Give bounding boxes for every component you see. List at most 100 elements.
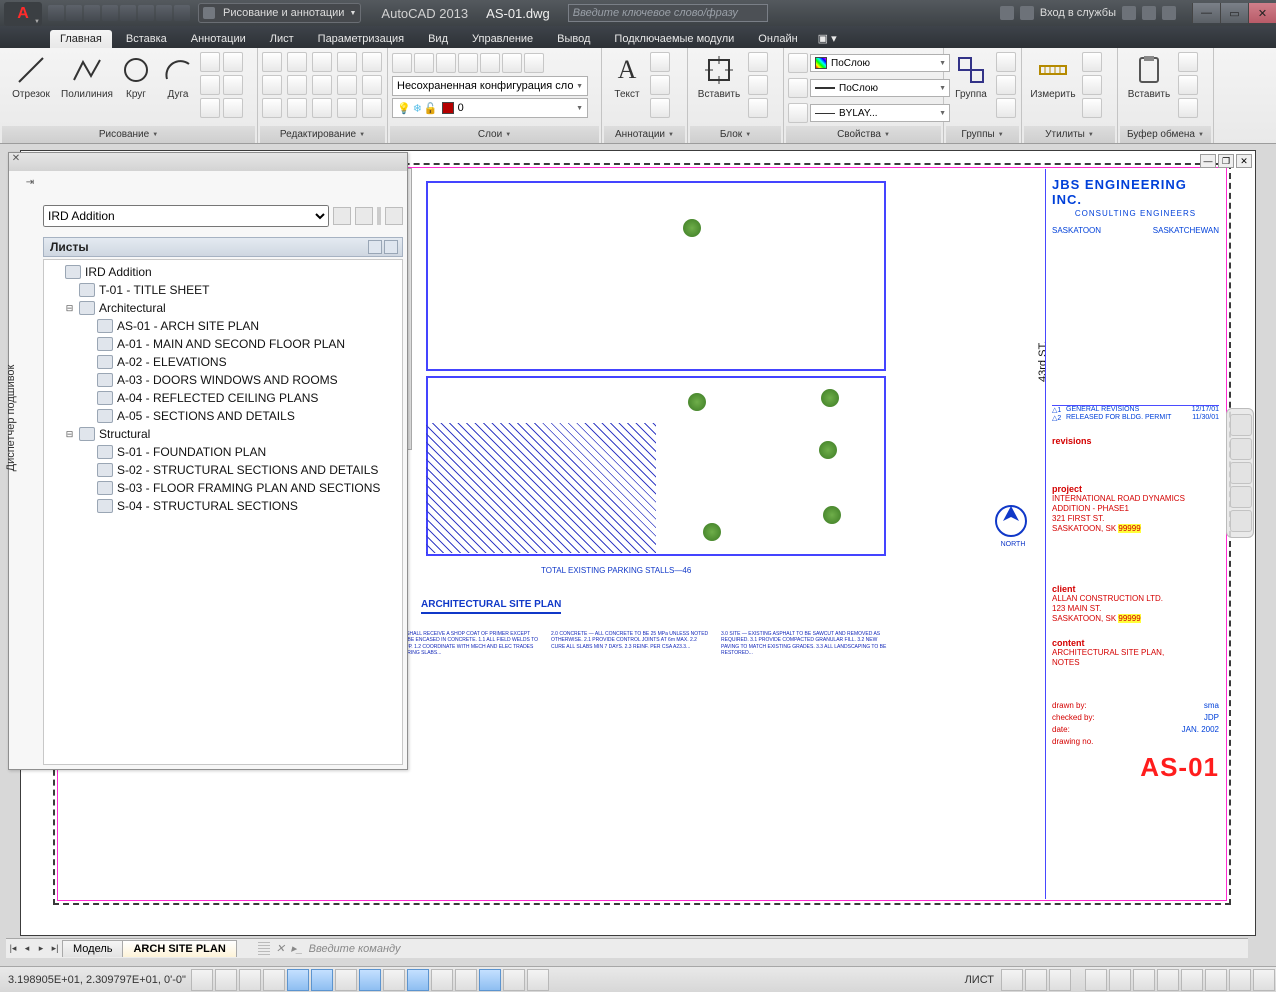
annotation-visibility-icon[interactable] — [1109, 969, 1131, 991]
text-button[interactable]: AТекст — [606, 52, 648, 102]
toolbar-lock-icon[interactable] — [1181, 969, 1203, 991]
quick-view-layouts-icon[interactable] — [1025, 969, 1047, 991]
cut-icon[interactable] — [1178, 52, 1198, 72]
tab-nav-prev-icon[interactable]: ◂ — [20, 943, 34, 954]
qat-new-icon[interactable] — [48, 5, 64, 21]
nav-zoom-icon[interactable] — [1230, 462, 1252, 484]
tree-sheet[interactable]: S-03 - FLOOR FRAMING PLAN AND SECTIONS — [46, 479, 400, 497]
point-icon[interactable] — [200, 98, 220, 118]
sheets-category-header[interactable]: Листы — [43, 237, 403, 257]
tree-sheet[interactable]: S-02 - STRUCTURAL SECTIONS AND DETAILS — [46, 461, 400, 479]
search-icon[interactable] — [1000, 6, 1014, 20]
align-icon[interactable] — [362, 98, 382, 118]
qat-redo-icon[interactable] — [156, 5, 172, 21]
table-icon[interactable] — [650, 98, 670, 118]
panel-modify-title[interactable]: Редактирование — [260, 126, 385, 143]
stretch-icon[interactable] — [262, 98, 282, 118]
panel-utilities-title[interactable]: Утилиты — [1024, 126, 1115, 143]
hardware-accel-icon[interactable] — [1205, 969, 1227, 991]
tab-nav-last-icon[interactable]: ▸| — [48, 943, 62, 954]
id-point-icon[interactable] — [1082, 98, 1102, 118]
tree-folder[interactable]: ⊟Structural — [46, 425, 400, 443]
leader-icon[interactable] — [650, 75, 670, 95]
dyn-input-icon[interactable] — [407, 969, 429, 991]
lineweight-toggle-icon[interactable] — [431, 969, 453, 991]
nav-pan-icon[interactable] — [1230, 438, 1252, 460]
quick-view-drawings-icon[interactable] — [1049, 969, 1071, 991]
group-button[interactable]: Группа — [948, 52, 994, 102]
tree-folder[interactable]: ⊟Architectural — [46, 299, 400, 317]
panel-layers-title[interactable]: Слои — [390, 126, 599, 143]
tab-layout-archsiteplan[interactable]: ARCH SITE PLAN — [122, 940, 236, 957]
ssm-details-icon[interactable] — [385, 207, 403, 225]
edit-attr-icon[interactable] — [748, 98, 768, 118]
region-icon[interactable] — [223, 98, 243, 118]
quick-properties-icon[interactable] — [479, 969, 501, 991]
lineweight-icon[interactable] — [788, 78, 808, 98]
ssm-refresh-icon[interactable] — [333, 207, 351, 225]
transparency-toggle-icon[interactable] — [455, 969, 477, 991]
dimension-icon[interactable] — [650, 52, 670, 72]
tree-sheet[interactable]: AS-01 - ARCH SITE PLAN — [46, 317, 400, 335]
infocenter-search[interactable]: Введите ключевое слово/фразу — [568, 4, 768, 22]
polyline-button[interactable]: Полилиния — [60, 52, 114, 102]
layer-iso-icon[interactable] — [436, 53, 456, 73]
explode-icon[interactable] — [362, 75, 382, 95]
cat-expand-icon[interactable] — [368, 240, 382, 254]
qat-print-icon[interactable] — [174, 5, 190, 21]
color-dropdown[interactable]: ПоСлою — [810, 54, 950, 72]
group-edit-icon[interactable] — [996, 75, 1016, 95]
stay-connected-icon[interactable] — [1142, 6, 1156, 20]
nav-wheel-icon[interactable] — [1230, 414, 1252, 436]
status-layout-label[interactable]: ЛИСТ — [965, 974, 994, 986]
qat-saveas-icon[interactable] — [102, 5, 118, 21]
coordinate-readout[interactable]: 3.198905E+01, 2.309797E+01, 0'-0" — [0, 974, 190, 986]
autoscale-icon[interactable] — [1133, 969, 1155, 991]
circle-button[interactable]: Круг — [116, 52, 156, 102]
workspace-switch-icon[interactable] — [1157, 969, 1179, 991]
tree-sheet[interactable]: A-03 - DOORS WINDOWS AND ROOMS — [46, 371, 400, 389]
layer-off-icon[interactable] — [480, 53, 500, 73]
signin-label[interactable]: Вход в службы — [1040, 7, 1116, 19]
panel-properties-title[interactable]: Свойства — [786, 126, 941, 143]
qat-undo-icon[interactable] — [138, 5, 154, 21]
insert-block-button[interactable]: Вставить — [692, 52, 746, 102]
layer-state-dropdown[interactable]: Несохраненная конфигурация сло — [392, 76, 588, 96]
app-menu-button[interactable]: A — [4, 2, 42, 26]
polar-icon[interactable] — [287, 969, 309, 991]
panel-clipboard-title[interactable]: Буфер обмена — [1120, 126, 1211, 143]
tab-home[interactable]: Главная — [50, 30, 112, 48]
tab-output[interactable]: Вывод — [547, 30, 600, 48]
exchange-icon[interactable] — [1122, 6, 1136, 20]
tab-parametric[interactable]: Параметризация — [308, 30, 414, 48]
palette-autohide-icon[interactable]: ⇥ — [23, 177, 37, 188]
tab-plugins[interactable]: Подключаемые модули — [604, 30, 744, 48]
spline-icon[interactable] — [223, 52, 243, 72]
nav-showmotion-icon[interactable] — [1230, 510, 1252, 532]
fillet-icon[interactable] — [312, 75, 332, 95]
tree-sheet[interactable]: T-01 - TITLE SHEET — [46, 281, 400, 299]
chamfer-icon[interactable] — [337, 75, 357, 95]
mirror-icon[interactable] — [287, 75, 307, 95]
tree-sheet[interactable]: A-05 - SECTIONS AND DETAILS — [46, 407, 400, 425]
move-icon[interactable] — [262, 52, 282, 72]
palette-close-icon[interactable]: ✕ — [9, 153, 23, 164]
cmd-grip-icon[interactable] — [258, 942, 270, 956]
qat-plot-icon[interactable] — [120, 5, 136, 21]
rectangle-icon[interactable] — [200, 52, 220, 72]
lineweight-dropdown[interactable]: ПоСлою — [810, 79, 950, 97]
tab-expresstools-icon[interactable]: ▣ ▾ — [812, 29, 843, 48]
doc-close-button[interactable]: ✕ — [1236, 154, 1252, 168]
tree-sheet[interactable]: A-01 - MAIN AND SECOND FLOOR PLAN — [46, 335, 400, 353]
nav-orbit-icon[interactable] — [1230, 486, 1252, 508]
workspace-selector[interactable]: Рисование и аннотации — [198, 3, 361, 23]
quick-calc-icon[interactable] — [1082, 75, 1102, 95]
layer-lock-icon[interactable] — [502, 53, 522, 73]
tab-annotate[interactable]: Аннотации — [181, 30, 256, 48]
tree-sheet[interactable]: A-04 - REFLECTED CEILING PLANS — [46, 389, 400, 407]
ortho-icon[interactable] — [263, 969, 285, 991]
tree-root[interactable]: IRD Addition — [46, 263, 400, 281]
measure-button[interactable]: Измерить — [1026, 52, 1080, 102]
otrack-icon[interactable] — [359, 969, 381, 991]
copy-clip-icon[interactable] — [1178, 75, 1198, 95]
